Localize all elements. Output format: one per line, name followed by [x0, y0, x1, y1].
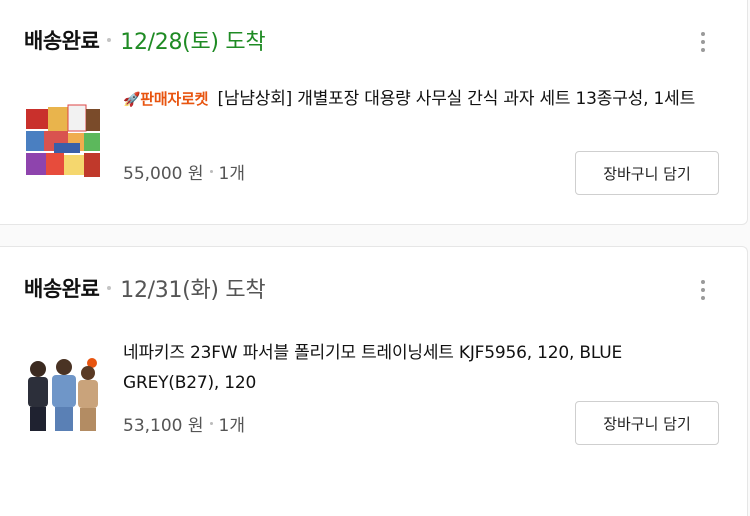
separator-dot [107, 286, 112, 290]
separator-dot [209, 422, 213, 425]
product-name: [남냠상회] 개별포장 대용량 사무실 간식 과자 세트 13종구성, 1세트 [217, 89, 696, 109]
rocket-icon: 🚀 [123, 92, 141, 108]
product-name: 네파키즈 23FW 파서블 폴리기모 트레이닝세트 KJF5956, 120, … [123, 343, 623, 393]
separator-dot [107, 38, 112, 42]
add-to-cart-button[interactable]: 장바구니 담기 [575, 401, 719, 445]
delivery-status: 배송완료 [24, 277, 100, 301]
price: 55,000 원 [123, 164, 204, 184]
quantity: 1개 [218, 164, 245, 184]
price-row: 55,000 원 1개 [123, 159, 245, 184]
separator-dot [209, 170, 213, 173]
add-to-cart-button[interactable]: 장바구니 담기 [575, 151, 719, 195]
product-image[interactable] [24, 355, 102, 433]
arrival-date: 12/31(화) 도착 [120, 278, 266, 303]
more-options-icon[interactable] [701, 32, 705, 52]
price-row: 53,100 원 1개 [123, 411, 245, 436]
order-card: 배송완료 12/31(화) 도착 네파키즈 23FW 파서블 폴리기모 트레이닝… [0, 246, 748, 516]
product-title[interactable]: 네파키즈 23FW 파서블 폴리기모 트레이닝세트 KJF5956, 120, … [123, 338, 723, 398]
order-card: 배송완료 12/28(토) 도착 🚀판매자로켓 [남냠상회] 개별포장 대용량 … [0, 0, 748, 225]
delivery-status: 배송완료 [24, 29, 100, 53]
order-header: 배송완료 12/28(토) 도착 [24, 23, 266, 57]
arrival-date: 12/28(토) 도착 [120, 30, 266, 55]
product-image[interactable] [24, 103, 102, 181]
quantity: 1개 [218, 416, 245, 436]
seller-rocket-badge: 판매자로켓 [140, 90, 209, 108]
order-header: 배송완료 12/31(화) 도착 [24, 271, 266, 305]
more-options-icon[interactable] [701, 280, 705, 300]
price: 53,100 원 [123, 416, 204, 436]
product-title[interactable]: 🚀판매자로켓 [남냠상회] 개별포장 대용량 사무실 간식 과자 세트 13종구… [123, 84, 723, 115]
